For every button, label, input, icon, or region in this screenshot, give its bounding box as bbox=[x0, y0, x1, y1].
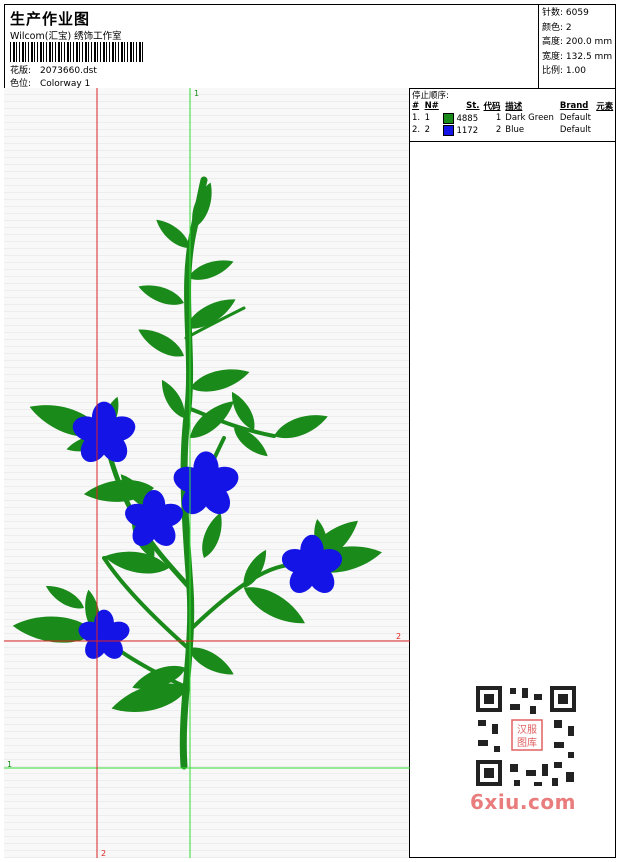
pattern-label: 花版: bbox=[10, 66, 32, 76]
stat-scale: 比例: 1.00 bbox=[542, 66, 586, 76]
watermark: 6xiu.com bbox=[470, 790, 576, 814]
stat-height: 高度: 200.0 mm bbox=[542, 37, 613, 47]
stop-sequence-table: # N# St. 代码 描述 Brand 元素 1. 1 4885 1 Dark… bbox=[410, 100, 616, 136]
guide-green-h-label: 1 bbox=[7, 760, 12, 769]
table-row: 2. 2 1172 2 Blue Default bbox=[412, 124, 591, 136]
color-swatch bbox=[443, 112, 455, 124]
table-row: 1. 1 4885 1 Dark Green Default bbox=[412, 112, 591, 124]
guide-red-v-label: 2 bbox=[101, 849, 106, 858]
guide-red-h-label: 2 bbox=[396, 632, 401, 641]
col-elem: 元素 bbox=[596, 102, 614, 112]
pattern-value: 2073660.dst bbox=[40, 66, 97, 76]
col-code: 代码 bbox=[483, 102, 501, 112]
guide-green-v-label: 1 bbox=[194, 89, 199, 98]
design-canvas: 1 1 2 2 bbox=[4, 88, 410, 858]
stat-colors: 颜色: 2 bbox=[542, 22, 572, 33]
col-desc: 描述 bbox=[505, 102, 523, 112]
col-num: # bbox=[412, 101, 420, 111]
qr-logo-text-2: 图库 bbox=[517, 736, 537, 749]
pattern-row: 花版: 2073660.dst bbox=[10, 63, 97, 76]
studio-name: Wilcom(汇宝) 绣饰工作室 bbox=[10, 31, 122, 42]
table-header: # N# St. 代码 描述 Brand 元素 bbox=[410, 100, 616, 112]
leaves bbox=[11, 179, 385, 721]
stat-width: 宽度: 132.5 mm bbox=[542, 51, 613, 62]
embroidery-design: 1 1 2 2 bbox=[4, 88, 410, 858]
stat-stitches: 针数: 6059 bbox=[542, 8, 589, 18]
stats-box: 针数: 6059 颜色: 2 高度: 200.0 mm 宽度: 132.5 mm… bbox=[538, 4, 616, 89]
qr-logo-text-1: 汉服 bbox=[517, 724, 537, 736]
color-swatch bbox=[443, 124, 455, 136]
col-stitches: St. bbox=[466, 101, 480, 111]
header: 生产作业图 Wilcom(汇宝) 绣饰工作室 花版: 2073660.dst 色位… bbox=[4, 4, 616, 89]
stop-sequence-panel: 停止顺序: # N# St. 代码 描述 Brand 元素 1. 1 4885 … bbox=[410, 88, 616, 142]
page-title: 生产作业图 bbox=[10, 10, 91, 28]
qr-code: 汉服 图库 bbox=[470, 680, 582, 792]
barcode bbox=[10, 42, 145, 62]
col-n: N# bbox=[424, 101, 439, 111]
col-brand: Brand bbox=[559, 101, 589, 111]
